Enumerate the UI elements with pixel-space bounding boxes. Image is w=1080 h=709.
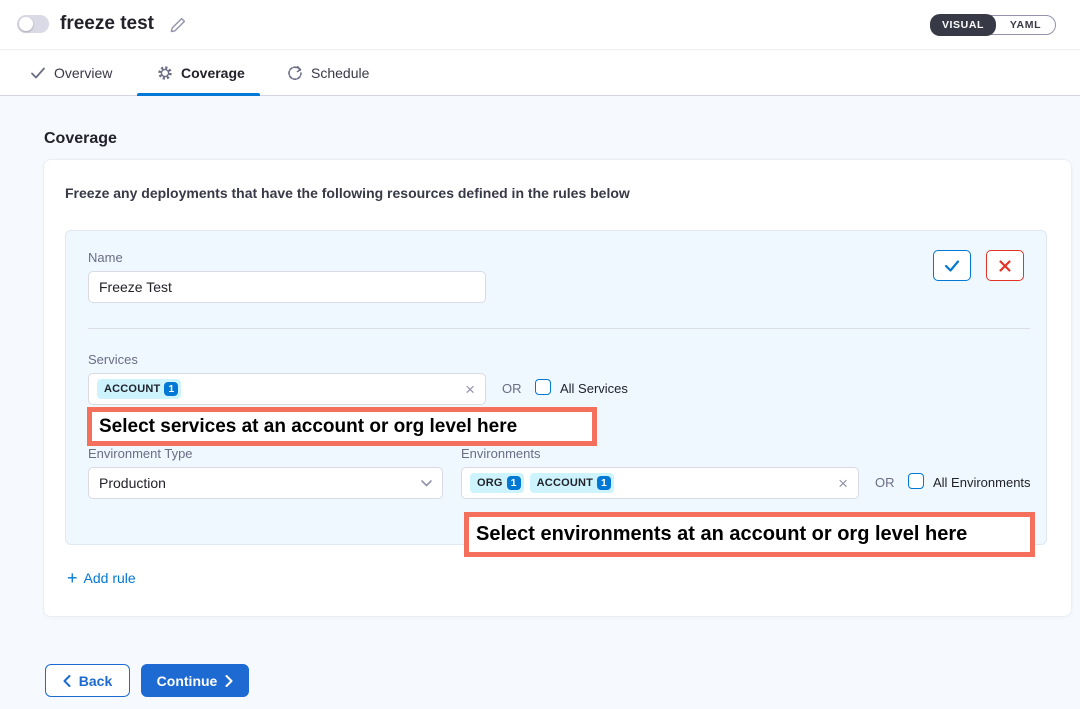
services-or-label: OR <box>502 381 522 396</box>
tab-coverage[interactable]: Coverage <box>157 50 245 96</box>
services-clear-icon[interactable]: × <box>463 381 477 398</box>
card-description: Freeze any deployments that have the fol… <box>65 185 630 201</box>
freeze-enabled-toggle[interactable] <box>17 15 49 33</box>
tab-bar: Overview Coverage Schedule <box>0 50 1080 96</box>
environment-type-select[interactable]: Production <box>88 467 443 499</box>
environments-multiselect[interactable]: ORG 1 ACCOUNT 1 × <box>461 467 859 499</box>
tab-schedule[interactable]: Schedule <box>287 50 369 96</box>
all-services-label: All Services <box>560 381 628 396</box>
page-title: freeze test <box>60 13 154 35</box>
environment-type-label: Environment Type <box>88 446 193 461</box>
visual-tab[interactable]: VISUAL <box>930 14 996 36</box>
back-button[interactable]: Back <box>45 664 130 697</box>
coverage-heading: Coverage <box>44 130 117 148</box>
tag-count-badge: 1 <box>164 382 178 396</box>
tab-schedule-label: Schedule <box>311 65 369 81</box>
tab-overview-label: Overview <box>54 65 112 81</box>
chevron-down-icon <box>421 480 432 487</box>
environments-label: Environments <box>461 446 540 461</box>
visual-yaml-toggle: VISUAL YAML <box>930 15 1056 35</box>
check-icon <box>30 65 46 81</box>
tag-count-badge: 1 <box>597 476 611 490</box>
name-value: Freeze Test <box>99 279 172 295</box>
service-tag-account[interactable]: ACCOUNT 1 <box>97 379 181 399</box>
confirm-rule-button[interactable] <box>933 250 971 281</box>
name-label: Name <box>88 250 123 265</box>
edit-title-icon[interactable] <box>168 15 188 35</box>
back-label: Back <box>79 673 112 689</box>
tag-count-badge: 1 <box>507 476 521 490</box>
all-environments-label: All Environments <box>933 475 1031 490</box>
all-environments-checkbox[interactable] <box>908 473 924 489</box>
add-rule-button[interactable]: + Add rule <box>67 569 136 587</box>
continue-button[interactable]: Continue <box>141 664 249 697</box>
environment-tag-account[interactable]: ACCOUNT 1 <box>530 473 614 493</box>
gear-icon <box>157 65 173 81</box>
name-input[interactable]: Freeze Test <box>88 271 486 303</box>
yaml-tab[interactable]: YAML <box>996 15 1055 35</box>
services-label: Services <box>88 352 138 367</box>
environments-clear-icon[interactable]: × <box>836 475 850 492</box>
rule-divider <box>88 328 1030 329</box>
add-rule-label: Add rule <box>84 570 136 586</box>
plus-icon: + <box>67 569 78 587</box>
delete-rule-button[interactable] <box>986 250 1024 281</box>
environments-or-label: OR <box>875 475 895 490</box>
freeze-studio-window: freeze test VISUAL YAML Overview Coverag… <box>0 0 1080 709</box>
annotation-services: Select services at an account or org lev… <box>87 407 597 446</box>
services-multiselect[interactable]: ACCOUNT 1 × <box>88 373 486 405</box>
active-tab-underline <box>137 93 260 96</box>
schedule-icon <box>287 65 303 81</box>
tab-overview[interactable]: Overview <box>30 50 112 96</box>
all-services-checkbox[interactable] <box>535 379 551 395</box>
top-header: freeze test VISUAL YAML <box>0 0 1080 50</box>
tab-coverage-label: Coverage <box>181 65 245 81</box>
toggle-knob <box>19 17 33 31</box>
environment-tag-org[interactable]: ORG 1 <box>470 473 524 493</box>
annotation-environments: Select environments at an account or org… <box>464 512 1035 557</box>
continue-label: Continue <box>157 673 218 689</box>
environment-type-value: Production <box>99 475 166 491</box>
